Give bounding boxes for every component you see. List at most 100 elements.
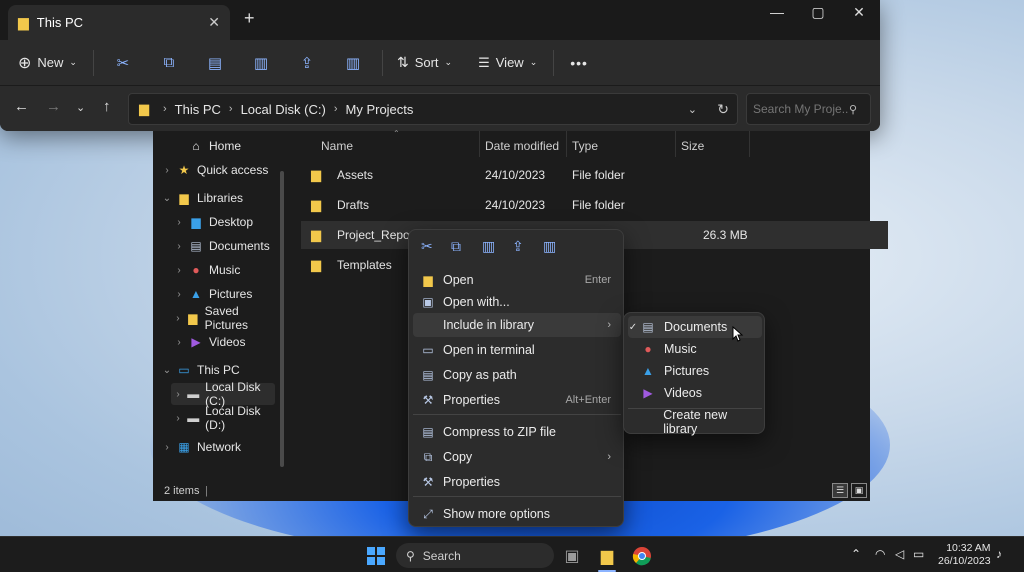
delete-icon[interactable]: ▥ xyxy=(543,238,556,255)
chevron-right-icon[interactable]: › xyxy=(171,289,187,300)
share-icon[interactable]: ⇪ xyxy=(512,238,524,255)
sidebar-item-local-disk-d[interactable]: › ▬ Local Disk (D:) xyxy=(171,404,275,432)
menu-open-with[interactable]: ▣ Open with... xyxy=(413,290,621,314)
chevron-right-icon[interactable]: › xyxy=(171,389,185,400)
menu-copy[interactable]: ⧉ Copy › xyxy=(413,445,621,469)
network-icon: ▦ xyxy=(178,440,190,454)
menu-show-more-options[interactable]: ⤢ Show more options xyxy=(413,502,621,526)
chevron-right-icon[interactable]: › xyxy=(171,241,187,252)
new-button[interactable]: ⊕ New ⌄ xyxy=(18,53,77,73)
paste-icon[interactable]: ▤ xyxy=(192,54,238,72)
column-header-date[interactable]: Date modified xyxy=(485,139,559,153)
new-tab-button[interactable]: + xyxy=(244,8,255,29)
sidebar-item-pictures[interactable]: › ▲ Pictures xyxy=(171,283,275,305)
music-icon: ● xyxy=(192,263,200,277)
delete-icon[interactable]: ▥ xyxy=(330,54,376,72)
start-button[interactable] xyxy=(363,543,389,569)
sidebar-item-documents[interactable]: › ▤ Documents xyxy=(171,235,275,257)
back-arrow-icon[interactable]: ← xyxy=(14,98,29,115)
file-row[interactable]: ▆ Drafts 24/10/2023 File folder xyxy=(301,191,888,219)
sidebar-item-this-pc[interactable]: ⌄ ▭ This PC xyxy=(159,359,275,381)
rename-icon[interactable]: ▥ xyxy=(238,54,284,72)
sidebar-item-desktop[interactable]: › ▆ Desktop xyxy=(171,211,275,233)
close-tab-icon[interactable]: ✕ xyxy=(208,14,220,31)
recent-chevron-icon[interactable]: ⌄ xyxy=(76,101,85,114)
chevron-right-icon[interactable]: › xyxy=(159,442,175,453)
address-dropdown-icon[interactable]: ⌄ xyxy=(688,103,697,116)
column-header-name[interactable]: Name xyxy=(321,139,353,153)
mouse-cursor-icon xyxy=(732,326,744,342)
folder-icon: ▆ xyxy=(311,227,321,242)
notification-bell-icon[interactable]: ♪ xyxy=(996,547,1002,561)
speaker-icon[interactable]: ◁ xyxy=(895,547,904,561)
file-row[interactable]: ▆ Assets 24/10/2023 File folder xyxy=(301,161,888,189)
close-window-button[interactable]: ✕ xyxy=(844,4,874,21)
cut-icon[interactable]: ✂ xyxy=(100,54,146,72)
wifi-icon[interactable]: ◠ xyxy=(875,547,885,561)
minimize-button[interactable]: — xyxy=(762,4,792,20)
menu-properties[interactable]: ⚒ Properties Alt+Enter xyxy=(413,388,621,412)
system-clock[interactable]: 10:32 AM 26/10/2023 xyxy=(938,542,991,568)
chevron-right-icon[interactable]: › xyxy=(159,165,175,176)
breadcrumb-chevron-icon: › xyxy=(228,103,233,115)
copy-icon[interactable]: ⧉ xyxy=(451,238,461,255)
check-icon: ✓ xyxy=(628,321,638,333)
tab-this-pc[interactable]: ▆ This PC ✕ xyxy=(8,5,230,40)
share-icon[interactable]: ⇪ xyxy=(284,54,330,72)
refresh-icon[interactable]: ↻ xyxy=(717,101,729,118)
file-explorer-icon[interactable]: ▆ xyxy=(594,543,620,569)
rename-icon[interactable]: ▥ xyxy=(482,238,495,255)
taskbar-search[interactable]: ⚲ Search xyxy=(396,543,554,568)
sidebar-item-saved-pictures[interactable]: › ▆ Saved Pictures xyxy=(171,304,275,332)
chevron-down-icon[interactable]: ⌄ xyxy=(159,193,175,204)
chevron-right-icon[interactable]: › xyxy=(171,337,187,348)
chevron-right-icon[interactable]: › xyxy=(171,313,185,324)
more-options-button[interactable]: ••• xyxy=(570,55,588,71)
menu-include-in-library[interactable]: Include in library › xyxy=(413,313,621,337)
forward-arrow-icon[interactable]: → xyxy=(46,98,61,115)
submenu-create-new-library[interactable]: Create new library xyxy=(628,408,762,436)
sidebar-item-local-disk-c[interactable]: › ▬ Local Disk (C:) xyxy=(171,380,275,408)
tiles-view-icon[interactable]: ▣ xyxy=(851,483,867,498)
menu-compress-zip[interactable]: ▤ Compress to ZIP file xyxy=(413,420,621,444)
details-view-icon[interactable]: ☰ xyxy=(832,483,848,498)
column-header-type[interactable]: Type xyxy=(572,139,598,153)
menu-open[interactable]: ▆ Open Enter xyxy=(413,268,621,292)
nav-scrollbar[interactable] xyxy=(280,171,284,467)
sidebar-item-libraries[interactable]: ⌄ ▆ Libraries xyxy=(159,187,275,209)
menu-properties-2[interactable]: ⚒ Properties xyxy=(413,470,621,494)
chevron-right-icon[interactable]: › xyxy=(171,265,187,276)
address-bar[interactable]: ▆ › This PC › Local Disk (C:) › My Proje… xyxy=(128,93,738,125)
battery-icon[interactable]: ▭ xyxy=(913,547,924,561)
chrome-icon[interactable] xyxy=(629,543,655,569)
chevron-right-icon[interactable]: › xyxy=(171,217,187,228)
sidebar-item-network[interactable]: › ▦ Network xyxy=(159,436,275,458)
column-header-size[interactable]: Size xyxy=(681,139,704,153)
chevron-right-icon[interactable]: › xyxy=(171,413,185,424)
maximize-button[interactable]: ▢ xyxy=(803,4,833,21)
cut-icon[interactable]: ✂ xyxy=(421,238,433,255)
menu-open-in-terminal[interactable]: ▭ Open in terminal xyxy=(413,338,621,362)
file-type: File folder xyxy=(572,168,625,182)
expand-icon: ⤢ xyxy=(423,506,433,521)
search-input[interactable] xyxy=(753,102,849,116)
sidebar-item-music[interactable]: › ● Music xyxy=(171,259,275,281)
documents-icon: ▤ xyxy=(642,320,654,334)
search-box[interactable]: ⚲ xyxy=(746,93,871,125)
sort-button[interactable]: ⇅ Sort ⌄ xyxy=(397,54,452,71)
sidebar-item-home[interactable]: ⌂ Home xyxy=(171,135,275,157)
sidebar-item-videos[interactable]: › ▶ Videos xyxy=(171,331,275,353)
menu-copy-as-path[interactable]: ▤ Copy as path xyxy=(413,363,621,387)
sidebar-item-quick-access[interactable]: › ★ Quick access xyxy=(159,159,275,181)
show-hidden-icons-icon[interactable]: ⌃ xyxy=(851,547,861,561)
breadcrumb-my-projects[interactable]: My Projects xyxy=(346,102,414,117)
breadcrumb-this-pc[interactable]: This PC xyxy=(175,102,221,117)
view-button[interactable]: ☰ View ⌄ xyxy=(478,55,537,71)
submenu-pictures[interactable]: ▲ Pictures xyxy=(628,360,762,382)
chevron-down-icon[interactable]: ⌄ xyxy=(159,365,175,376)
task-view-icon[interactable]: ▣ xyxy=(559,543,585,569)
up-arrow-icon[interactable]: ↑ xyxy=(103,98,111,115)
submenu-videos[interactable]: ▶ Videos xyxy=(628,382,762,404)
breadcrumb-local-disk[interactable]: Local Disk (C:) xyxy=(241,102,326,117)
copy-icon[interactable]: ⧉ xyxy=(146,54,192,71)
